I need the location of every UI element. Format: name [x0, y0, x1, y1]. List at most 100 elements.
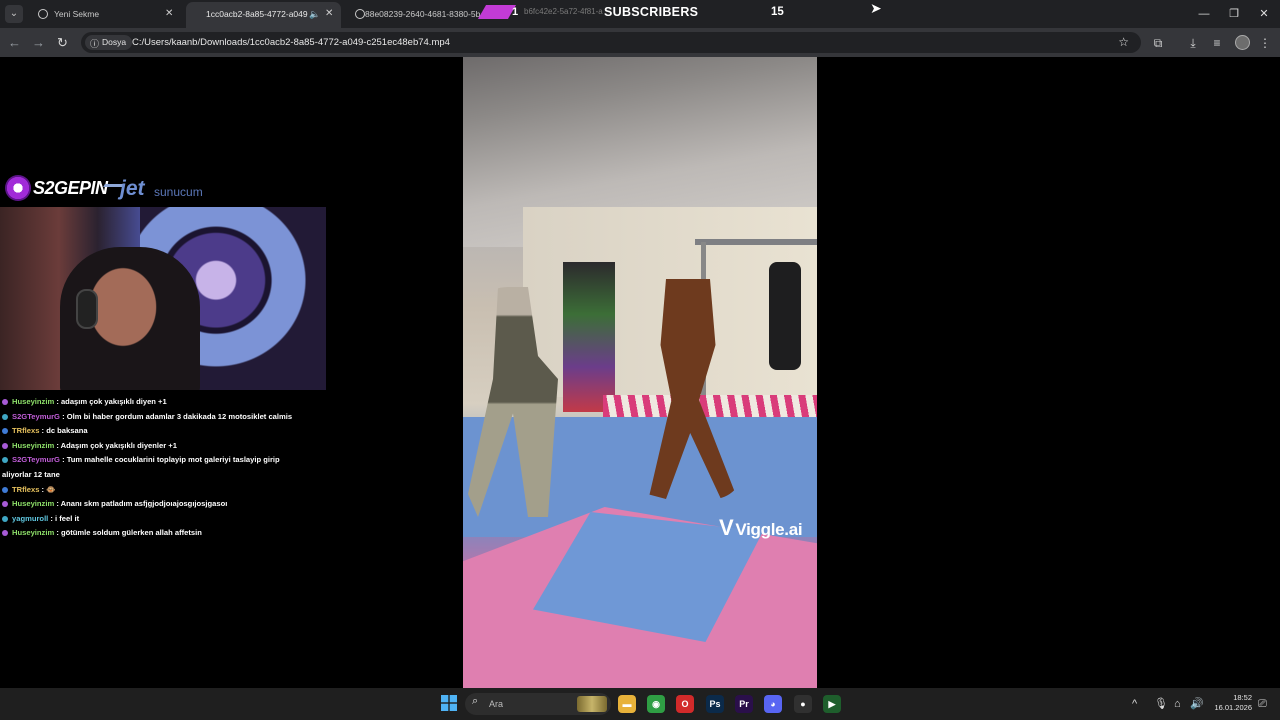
tab-title: 1cc0acb2-8a85-4772-a049: [206, 9, 308, 19]
tab-title: 88e08239-2640-4681-8380-5b: [365, 9, 480, 19]
photoshop-icon[interactable]: Ps: [706, 695, 724, 713]
streaming-app-icon[interactable]: ▶: [823, 695, 841, 713]
chat-message: aliyorlar 12 tane: [2, 468, 327, 483]
microphone-icon[interactable]: 🎙: [1154, 696, 1168, 712]
notification-icon[interactable]: ⎚: [1258, 696, 1267, 712]
minimize-button[interactable]: —: [1188, 0, 1220, 28]
clock[interactable]: 18:52 16.01.2026: [1206, 693, 1252, 713]
chat-message: Huseyinzim : Adaşım çok yakışıklı diyenl…: [2, 439, 327, 454]
chrome-icon[interactable]: ◉: [647, 695, 665, 713]
search-highlight-image: [577, 696, 607, 712]
info-icon: ⓘ: [90, 39, 100, 49]
chat-message: TRflexs : dc baksana: [2, 424, 327, 439]
tab-second-video[interactable]: 88e08239-2640-4681-8380-5b: [345, 2, 480, 26]
chat-username: Huseyinzim: [12, 440, 55, 450]
more-menu-icon[interactable]: ⋮: [1256, 34, 1274, 52]
pull-up-bar: [695, 239, 817, 245]
bookmark-star-icon[interactable]: ☆: [1118, 32, 1129, 53]
chat-message: S2GTeymurG : Olm bi haber gordum adamlar…: [2, 410, 327, 425]
punching-bag: [769, 262, 801, 370]
premiere-icon[interactable]: Pr: [735, 695, 753, 713]
tab-new-tab[interactable]: Yeni Sekme ✕: [28, 2, 183, 26]
chat-username: Huseyinzim: [12, 528, 55, 538]
chat-text: Adaşım çok yakışıklı diyenler +1: [60, 440, 177, 450]
chat-username: TRflexs: [12, 484, 40, 494]
discord-icon[interactable]: ◕: [764, 695, 782, 713]
subscribers-label: SUBSCRIBERS: [604, 5, 699, 19]
chat-message: Huseyinzim : adaşım çok yakışıklı diyen …: [2, 395, 327, 410]
chat-text: dc baksana: [46, 426, 88, 436]
video-viewport[interactable]: S2GEPIN jet sunucum Huseyinzim : adaşım …: [0, 57, 1280, 688]
tab-search-dropdown-icon[interactable]: ⌄: [5, 5, 23, 23]
chat-separator: :: [54, 397, 61, 406]
overlay-accent-stripe: [477, 5, 517, 19]
subscriber-counter-overlay: 1 b6fc42e2-5a72-4f81-a SUBSCRIBERS 15: [477, 3, 812, 21]
chat-message: S2GTeymurG : Tum mahelle cocuklarini top…: [2, 453, 327, 468]
chat-badge-icon: [2, 399, 8, 405]
site-chip-label: Dosya: [102, 37, 127, 47]
maximize-button[interactable]: ❐: [1218, 0, 1250, 28]
clock-time: 18:52: [1233, 693, 1252, 702]
speaker-icon[interactable]: 🔈: [309, 2, 320, 26]
taskbar-search[interactable]: ⌕ Ara: [465, 693, 611, 715]
chat-overlay: Huseyinzim : adaşım çok yakışıklı diyen …: [2, 395, 327, 541]
close-window-button[interactable]: ✕: [1248, 0, 1280, 28]
chat-text: Olm bi haber gordum adamlar 3 dakikada 1…: [66, 411, 293, 421]
clock-date: 16.01.2026: [1214, 703, 1252, 712]
tab-close-icon[interactable]: ✕: [325, 2, 333, 26]
viggle-watermark: V Viggle.ai: [719, 515, 803, 540]
chat-text: götümle soldum gülerken allah affetsin: [60, 528, 202, 538]
tab-title: Yeni Sekme: [54, 9, 100, 19]
media-controls-icon[interactable]: ≡: [1208, 34, 1226, 52]
mouse-cursor-icon: ➤: [870, 0, 882, 16]
opera-icon[interactable]: O: [676, 695, 694, 713]
overlay-ghost-tab-title: b6fc42e2-5a72-4f81-a: [524, 7, 603, 16]
hulk-poster: [563, 262, 615, 412]
chat-username: Huseyinzim: [12, 499, 55, 509]
reload-icon[interactable]: ↻: [54, 34, 71, 51]
windows-taskbar: ⌕ Ara ▬ ◉ O Ps Pr ◕ ● ▶ ^ 🎙 ⌂ 🔊 18:52 16.01.202…: [0, 688, 1280, 720]
subscribers-count: 15: [771, 6, 784, 18]
profile-avatar[interactable]: [1235, 35, 1250, 50]
chat-badge-icon: [2, 515, 8, 522]
url-text[interactable]: C:/Users/kaanb/Downloads/1cc0acb2-8a85-4…: [132, 32, 450, 53]
chat-message: TRflexs : 🐵: [2, 483, 327, 498]
file-explorer-icon[interactable]: ▬: [618, 695, 636, 713]
obs-icon[interactable]: ●: [794, 695, 812, 713]
chat-message: Huseyinzim : Ananı skm patladım asfjgjod…: [2, 497, 327, 512]
headphones: [76, 289, 98, 329]
video-frame[interactable]: V Viggle.ai: [463, 57, 817, 688]
chat-separator: :: [54, 528, 61, 538]
browser-toolbar: ← → ↻ ⓘ Dosya C:/Users/kaanb/Downloads/1…: [0, 28, 1280, 57]
chat-text: Tum mahelle cocuklarini toplayip mot gal…: [66, 455, 280, 465]
chat-text: adaşım çok yakışıklı diyen +1: [60, 397, 167, 406]
chat-badge-icon: [2, 501, 8, 508]
chat-message: yagmuroll : i feel it: [2, 512, 327, 527]
tab-close-icon[interactable]: ✕: [165, 2, 173, 26]
back-arrow-icon[interactable]: ←: [6, 34, 23, 51]
address-bar[interactable]: ⓘ Dosya C:/Users/kaanb/Downloads/1cc0acb…: [81, 32, 1141, 53]
tab-video-file[interactable]: 1cc0acb2-8a85-4772-a049 🔈 ✕: [186, 2, 341, 28]
search-icon: ⌕: [472, 695, 479, 707]
chat-badge-icon: [2, 457, 8, 464]
volume-icon[interactable]: 🔊: [1190, 696, 1204, 712]
s2gepin-eye-icon: [5, 175, 31, 201]
chat-username: S2GTeymurG: [12, 411, 60, 421]
chevron-up-icon[interactable]: ^: [1132, 696, 1137, 712]
viggle-v-icon: V: [719, 515, 734, 540]
site-info-chip[interactable]: ⓘ Dosya: [85, 35, 133, 50]
forward-arrow-icon[interactable]: →: [30, 34, 47, 51]
chat-username: S2GTeymurG: [12, 455, 60, 465]
chat-badge-icon: [2, 442, 8, 449]
chat-badge-icon: [2, 530, 8, 537]
chat-message: Huseyinzim : götümle soldum gülerken all…: [2, 526, 327, 541]
windows-start-icon[interactable]: [440, 695, 458, 713]
chat-badge-icon: [2, 428, 8, 435]
overlay-count-left: 1: [512, 6, 519, 18]
search-placeholder: Ara: [489, 699, 504, 709]
network-icon[interactable]: ⌂: [1174, 696, 1181, 712]
extensions-icon[interactable]: ⧉: [1149, 34, 1167, 52]
chat-text: 🐵: [46, 484, 56, 494]
chat-username: yagmuroll: [12, 513, 49, 523]
download-icon[interactable]: ⤓: [1184, 34, 1202, 52]
